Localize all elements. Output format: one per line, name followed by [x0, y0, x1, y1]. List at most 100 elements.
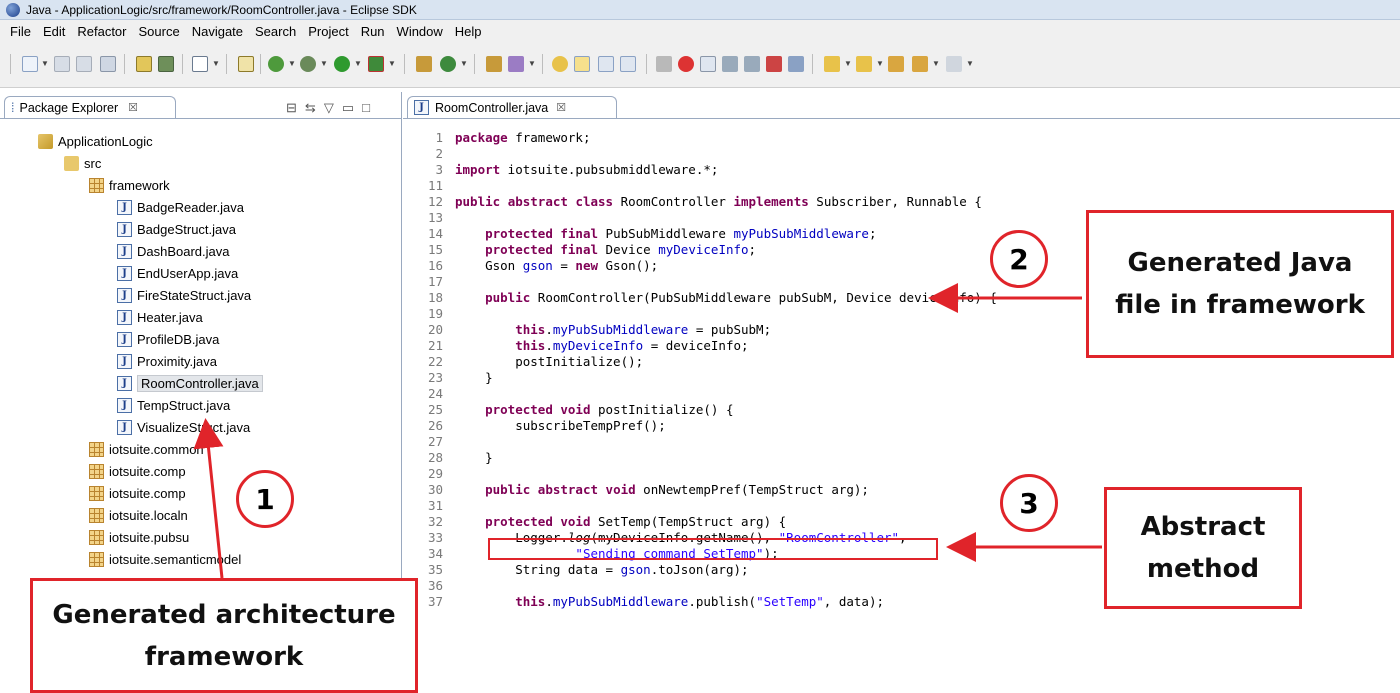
drop-frame-icon[interactable] — [788, 56, 804, 72]
debug-dropdown-icon[interactable]: ▼ — [288, 59, 296, 68]
back-dropdown-icon[interactable]: ▼ — [932, 59, 940, 68]
tree-item-file[interactable]: J DashBoard.java — [117, 240, 230, 262]
menu-project[interactable]: Project — [302, 24, 354, 39]
save-icon[interactable] — [54, 56, 70, 72]
tree-item-label: ApplicationLogic — [58, 133, 153, 149]
tree-item-package[interactable]: iotsuite.semanticmodel — [89, 548, 241, 570]
tree-item-file[interactable]: J EndUserApp.java — [117, 262, 238, 284]
open-type-icon[interactable] — [238, 56, 254, 72]
link-with-editor-icon[interactable]: ⇆ — [305, 100, 316, 116]
new-package-icon[interactable] — [416, 56, 432, 72]
tree-item-file[interactable]: J FireStateStruct.java — [117, 284, 251, 306]
tree-item-framework[interactable]: framework — [89, 174, 170, 196]
toggle-mark-occurrences-icon[interactable] — [574, 56, 590, 72]
task-dropdown-icon[interactable]: ▼ — [212, 59, 220, 68]
checkbox-task-icon[interactable] — [192, 56, 208, 72]
tree-item-file[interactable]: J VisualizeStruct.java — [117, 416, 250, 438]
last-edit-location-icon[interactable] — [888, 56, 904, 72]
pencil-dropdown-icon[interactable]: ▼ — [528, 59, 536, 68]
external-tools-icon[interactable] — [368, 56, 384, 72]
tree-item-file[interactable]: J TempStruct.java — [117, 394, 230, 416]
code-line[interactable]: 3 import iotsuite.pubsubmiddleware.*; — [403, 162, 1393, 178]
tree-item-src[interactable]: src — [64, 152, 101, 174]
show-whitespace-icon[interactable] — [620, 56, 636, 72]
menu-run[interactable]: Run — [355, 24, 391, 39]
minimize-icon[interactable]: ▭ — [342, 100, 354, 116]
view-menu-icon[interactable]: ▽ — [324, 100, 334, 116]
new-class-dropdown-icon[interactable]: ▼ — [460, 59, 468, 68]
skip-breakpoints-icon[interactable] — [766, 56, 782, 72]
tab-roomcontroller[interactable]: J RoomController.java ☒ — [407, 96, 617, 118]
tree-item-file[interactable]: J ProfileDB.java — [117, 328, 219, 350]
step-into-icon[interactable] — [722, 56, 738, 72]
java-file-icon: J — [117, 265, 132, 281]
block-selection-icon[interactable] — [598, 56, 614, 72]
next-annotation-dropdown-icon[interactable]: ▼ — [844, 59, 852, 68]
code-line[interactable]: 12 public abstract class RoomController i… — [403, 194, 1393, 210]
previous-annotation-dropdown-icon[interactable]: ▼ — [876, 59, 884, 68]
next-annotation-icon[interactable] — [824, 56, 840, 72]
tree-item-package[interactable]: iotsuite.comp — [89, 460, 186, 482]
forward-icon[interactable] — [946, 56, 962, 72]
lightbulb-icon[interactable] — [552, 56, 568, 72]
new-icon[interactable] — [22, 56, 38, 72]
tree-item-package[interactable]: iotsuite.pubsu — [89, 526, 189, 548]
code-line[interactable]: 24 — [403, 386, 1393, 402]
code-line[interactable]: 11 — [403, 178, 1393, 194]
code-line[interactable]: 27 — [403, 434, 1393, 450]
menu-navigate[interactable]: Navigate — [186, 24, 249, 39]
code-line[interactable]: 23 } — [403, 370, 1393, 386]
menu-file[interactable]: File — [4, 24, 37, 39]
collapse-all-icon[interactable]: ⊟ — [286, 100, 297, 116]
tree-item-file[interactable]: J Proximity.java — [117, 350, 217, 372]
save-all-icon[interactable] — [76, 56, 92, 72]
run-icon[interactable] — [334, 56, 350, 72]
tree-item-file[interactable]: J Heater.java — [117, 306, 203, 328]
code-line[interactable]: 28 } — [403, 450, 1393, 466]
tree-item-package[interactable]: iotsuite.comp — [89, 482, 186, 504]
line-number: 12 — [427, 194, 443, 209]
forward-dropdown-icon[interactable]: ▼ — [966, 59, 974, 68]
menu-source[interactable]: Source — [133, 24, 186, 39]
menu-window[interactable]: Window — [391, 24, 449, 39]
tree-item-file-selected[interactable]: J RoomController.java — [117, 372, 263, 394]
maximize-icon[interactable]: □ — [362, 100, 370, 116]
pencil-icon[interactable] — [508, 56, 524, 72]
close-icon[interactable]: ☒ — [556, 101, 566, 114]
disconnect-icon[interactable] — [700, 56, 716, 72]
bug-icon[interactable] — [300, 56, 316, 72]
open-folder-icon[interactable] — [486, 56, 502, 72]
step-over-icon[interactable] — [744, 56, 760, 72]
build-icon[interactable] — [136, 56, 152, 72]
new-class-icon[interactable] — [440, 56, 456, 72]
bug-dropdown-icon[interactable]: ▼ — [320, 59, 328, 68]
menu-help[interactable]: Help — [449, 24, 488, 39]
menu-search[interactable]: Search — [249, 24, 302, 39]
previous-annotation-icon[interactable] — [856, 56, 872, 72]
back-icon[interactable] — [912, 56, 928, 72]
tab-divider — [403, 118, 1400, 119]
toolbar-separator — [404, 54, 405, 74]
tree-item-file[interactable]: J BadgeReader.java — [117, 196, 244, 218]
tab-package-explorer[interactable]: ⁞ Package Explorer ☒ — [4, 96, 176, 118]
code-line[interactable]: 1 package framework; — [403, 130, 1393, 146]
code-line[interactable]: 29 — [403, 466, 1393, 482]
new-dropdown-icon[interactable]: ▼ — [41, 59, 49, 68]
run-dropdown-icon[interactable]: ▼ — [354, 59, 362, 68]
menu-refactor[interactable]: Refactor — [71, 24, 132, 39]
code-line[interactable]: 2 — [403, 146, 1393, 162]
print-icon[interactable] — [100, 56, 116, 72]
external-tools-dropdown-icon[interactable]: ▼ — [388, 59, 396, 68]
terminal-icon[interactable] — [158, 56, 174, 72]
tree-item-package[interactable]: iotsuite.common — [89, 438, 204, 460]
tree-item-file[interactable]: J BadgeStruct.java — [117, 218, 236, 240]
tree-item-project[interactable]: ApplicationLogic — [38, 130, 153, 152]
code-line[interactable]: 25 protected void postInitialize() { — [403, 402, 1393, 418]
close-icon[interactable]: ☒ — [128, 101, 138, 114]
resume-icon[interactable] — [656, 56, 672, 72]
tree-item-package[interactable]: iotsuite.localn — [89, 504, 188, 526]
terminate-icon[interactable] — [678, 56, 694, 72]
debug-icon[interactable] — [268, 56, 284, 72]
menu-edit[interactable]: Edit — [37, 24, 71, 39]
code-line[interactable]: 26 subscribeTempPref(); — [403, 418, 1393, 434]
